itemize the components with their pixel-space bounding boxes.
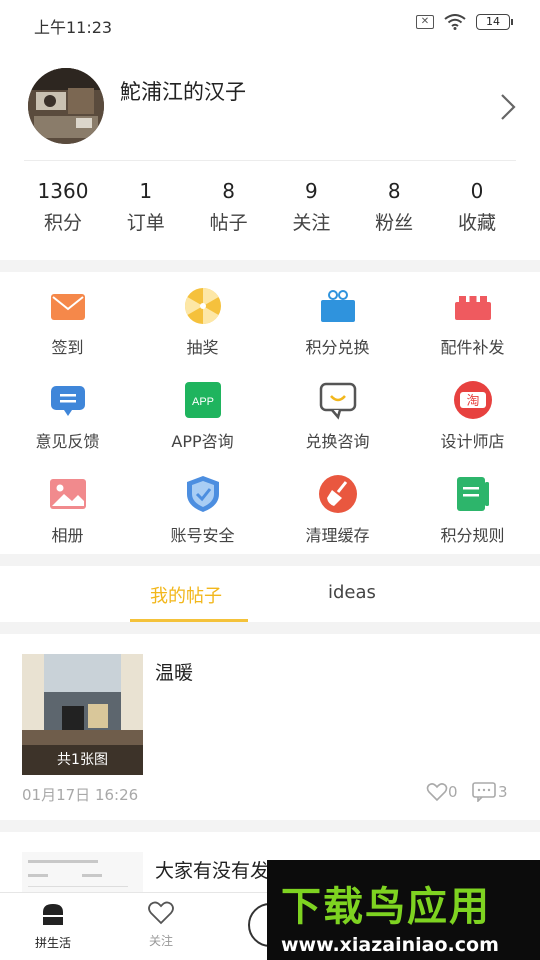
feedback-bubble-icon: [50, 386, 85, 416]
stat-label: 积分: [43, 212, 82, 234]
no-sim-icon: ✕: [416, 15, 434, 29]
watermark-logo: 下载鸟应用 www.xiazainiao.com: [267, 860, 540, 960]
like-count: 0: [448, 783, 458, 801]
rules-book-icon: [456, 477, 489, 511]
stat-value: 1: [139, 179, 153, 203]
profile-divider: [24, 160, 516, 161]
grid-label: 配件补发: [440, 338, 505, 357]
envelope-icon: [50, 294, 85, 320]
grid-item-points-exchange[interactable]: 积分兑换: [270, 272, 405, 366]
heart-outline-icon: [148, 901, 174, 925]
grid-item-app-consult[interactable]: APP APP咨询: [135, 366, 270, 460]
grid-label: 意见反馈: [35, 432, 100, 451]
stat-following[interactable]: 9 关注: [270, 178, 352, 236]
stat-label: 关注: [292, 212, 331, 234]
stat-value: 0: [470, 179, 484, 203]
nav-home[interactable]: 拼生活: [18, 901, 88, 951]
post-title[interactable]: 温暖: [155, 658, 193, 685]
grid-item-lottery[interactable]: 抽奖: [135, 272, 270, 366]
stat-favorites[interactable]: 0 收藏: [436, 178, 518, 236]
nav-follow[interactable]: 关注: [126, 901, 196, 949]
avatar-photo: [28, 68, 104, 144]
gift-box-icon: [320, 290, 355, 322]
app-badge-icon: APP: [184, 382, 221, 418]
broom-icon: [318, 475, 357, 513]
feature-grid: 签到 抽奖 积分兑换 配件补发 意见反馈 APP APP咨询 兑换咨询 淘 设计…: [0, 272, 540, 554]
taobao-badge-text: 淘: [466, 394, 479, 409]
grid-label: 积分规则: [440, 526, 505, 545]
grid-label: 抽奖: [186, 338, 219, 357]
grid-item-account-security[interactable]: 账号安全: [135, 460, 270, 554]
comment-icon: [472, 782, 496, 802]
like-button[interactable]: 0: [426, 782, 458, 802]
grid-item-album[interactable]: 相册: [0, 460, 135, 554]
comment-count: 3: [498, 783, 508, 801]
stat-value: 1360: [37, 179, 89, 203]
stat-value: 8: [222, 179, 235, 203]
grid-item-checkin[interactable]: 签到: [0, 272, 135, 366]
watermark-url: www.xiazainiao.com: [281, 934, 499, 956]
shield-icon: [186, 476, 219, 512]
grid-item-exchange-consult[interactable]: 兑换咨询: [270, 366, 405, 460]
status-bar: 上午11:23 ✕ 14: [0, 0, 540, 48]
grid-label: 兑换咨询: [305, 432, 370, 451]
grid-label: APP咨询: [171, 432, 234, 451]
thumbnail-caption: 共1张图: [22, 745, 143, 775]
lottery-wheel-icon: [184, 288, 221, 324]
post-tabs: 我的帖子 ideas: [0, 566, 540, 622]
grid-label: 设计师店: [440, 432, 505, 451]
home-icon: [43, 904, 63, 925]
status-icons: ✕ 14: [416, 14, 513, 30]
grid-label: 签到: [51, 338, 84, 357]
wifi-icon: [444, 14, 466, 30]
chevron-right-icon[interactable]: [498, 92, 518, 122]
username[interactable]: 鮀浦江的汉子: [120, 76, 246, 106]
stat-points[interactable]: 1360 积分: [22, 178, 104, 236]
post-date: 01月17日 16:26: [22, 786, 139, 804]
nav-label: 拼生活: [34, 936, 71, 950]
grid-item-points-rules[interactable]: 积分规则: [405, 460, 540, 554]
grid-item-designer-store[interactable]: 淘 设计师店: [405, 366, 540, 460]
profile-card: 鮀浦江的汉子 1360 积分 1 订单 8 帖子 9 关注 8 粉丝 0 收藏: [0, 48, 540, 260]
stat-fans[interactable]: 8 粉丝: [353, 178, 435, 236]
stat-label: 订单: [126, 212, 165, 234]
post-card[interactable]: 共1张图 温暖 01月17日 16:26 0 3: [0, 634, 540, 820]
stat-orders[interactable]: 1 订单: [105, 178, 187, 236]
grid-label: 清理缓存: [305, 526, 370, 545]
stat-label: 帖子: [209, 212, 248, 234]
chat-smile-icon: [319, 382, 356, 420]
taobao-icon: 淘: [453, 381, 492, 419]
tab-my-posts[interactable]: 我的帖子: [150, 582, 222, 608]
post-thumbnail[interactable]: 共1张图: [22, 654, 143, 775]
nav-label: 关注: [148, 934, 173, 948]
avatar[interactable]: [28, 68, 104, 144]
battery-icon: 14: [476, 14, 513, 30]
stat-value: 9: [305, 179, 318, 203]
status-time: 上午11:23: [34, 18, 113, 37]
comment-button[interactable]: 3: [472, 782, 508, 802]
heart-icon: [426, 783, 448, 802]
watermark-title: 下载鸟应用: [281, 884, 491, 930]
stat-posts[interactable]: 8 帖子: [188, 178, 270, 236]
stats-row: 1360 积分 1 订单 8 帖子 9 关注 8 粉丝 0 收藏: [22, 178, 518, 236]
grid-label: 相册: [51, 526, 84, 545]
parts-brick-icon: [454, 296, 491, 320]
grid-item-feedback[interactable]: 意见反馈: [0, 366, 135, 460]
grid-label: 账号安全: [170, 526, 235, 545]
grid-label: 积分兑换: [305, 338, 370, 357]
photo-album-icon: [49, 479, 86, 509]
active-tab-indicator: [130, 619, 248, 622]
stat-value: 8: [387, 179, 401, 203]
tab-ideas[interactable]: ideas: [328, 582, 376, 603]
app-badge-text: APP: [191, 396, 213, 408]
grid-item-clear-cache[interactable]: 清理缓存: [270, 460, 405, 554]
stat-label: 收藏: [457, 212, 496, 234]
grid-item-parts-reissue[interactable]: 配件补发: [405, 272, 540, 366]
stat-label: 粉丝: [375, 212, 414, 234]
